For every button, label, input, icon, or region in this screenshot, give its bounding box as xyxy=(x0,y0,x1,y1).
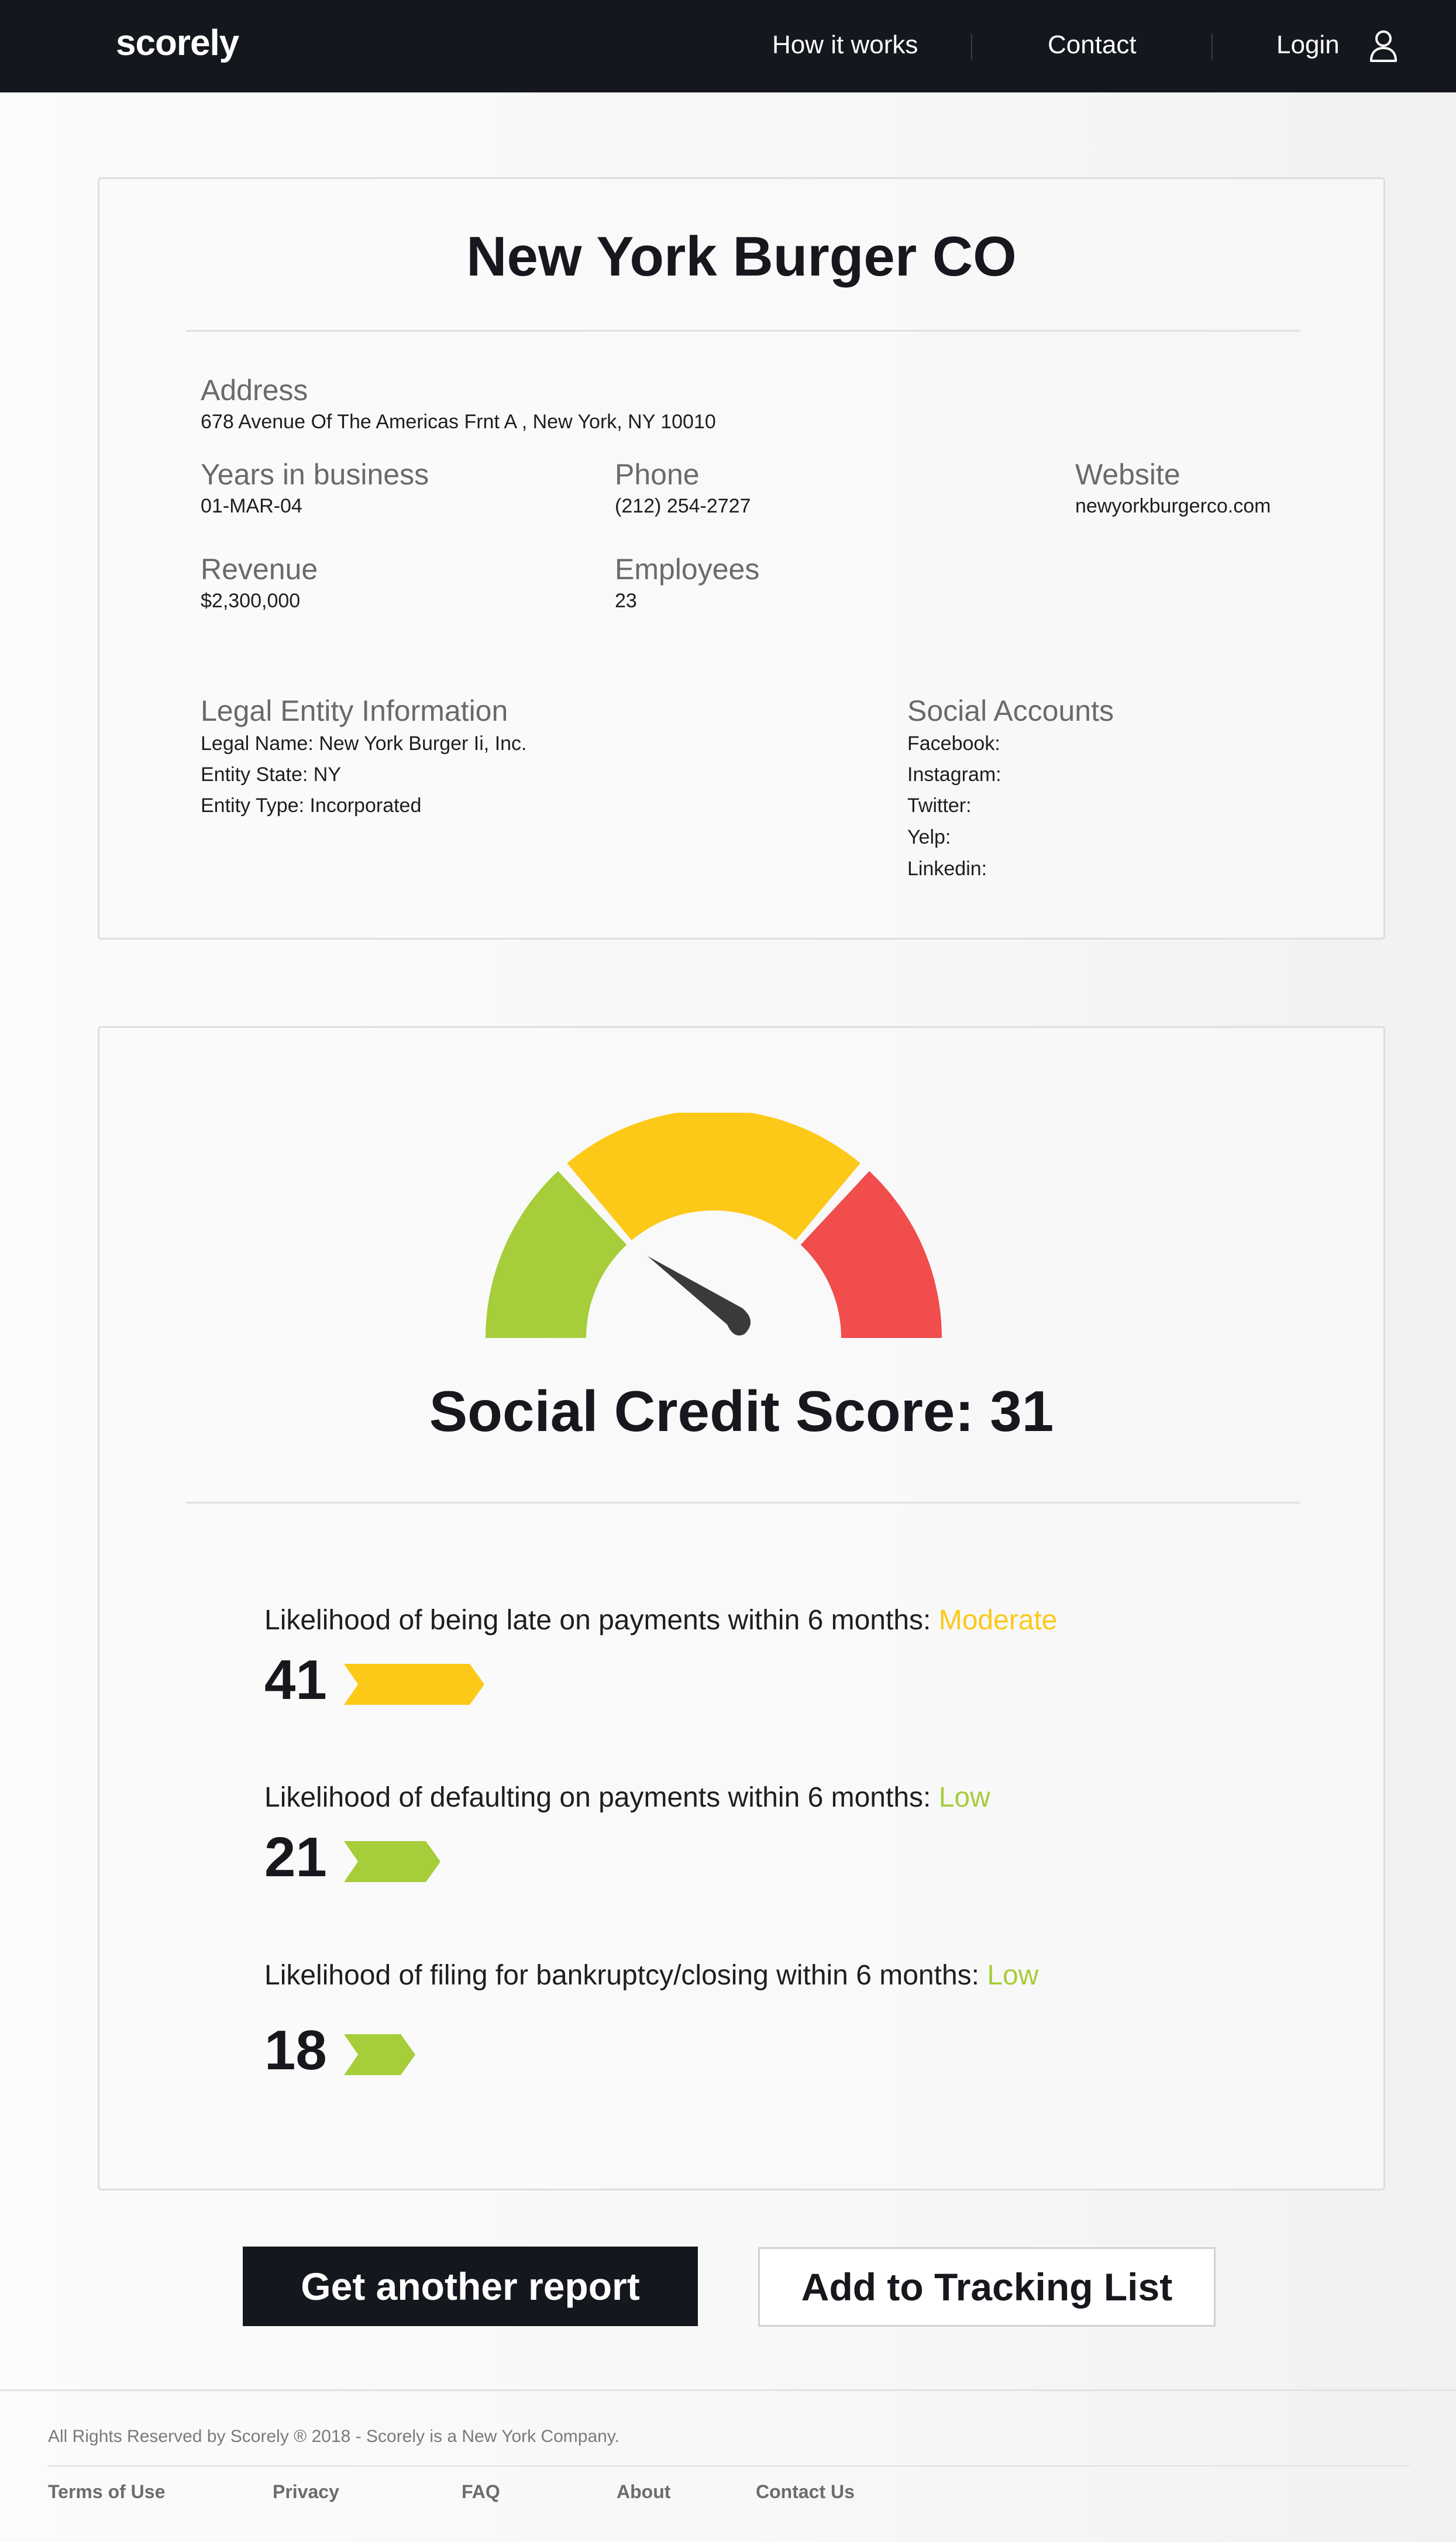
legal-name: Legal Name: New York Burger Ii, Inc. xyxy=(201,732,527,755)
nav-login[interactable]: Login xyxy=(1276,30,1340,60)
footer-about-link[interactable]: About xyxy=(617,2481,670,2503)
gauge-needle-shape xyxy=(648,1256,751,1336)
entity-state: Entity State: NY xyxy=(201,763,341,786)
logo[interactable]: scorely xyxy=(116,22,239,64)
revenue-label: Revenue xyxy=(201,553,318,586)
footer-terms-link[interactable]: Terms of Use xyxy=(48,2481,165,2503)
revenue-value: $2,300,000 xyxy=(201,590,301,612)
score-card: Social Credit Score: 31 Likelihood of be… xyxy=(98,1026,1385,2190)
nav-divider xyxy=(971,34,972,60)
employees-value: 23 xyxy=(615,590,637,612)
social-twitter: Twitter: xyxy=(907,794,972,817)
divider xyxy=(186,1502,1300,1504)
divider xyxy=(186,330,1300,332)
metric-late-label: Likelihood of being late on payments wit… xyxy=(264,1604,1057,1636)
score-gauge xyxy=(486,1113,942,1338)
metric-bankruptcy-value: 18 xyxy=(264,2019,327,2082)
legal-entity-label: Legal Entity Information xyxy=(201,694,508,727)
footer-divider xyxy=(0,2389,1456,2391)
metric-default-label: Likelihood of defaulting on payments wit… xyxy=(264,1781,990,1814)
footer-contact-link[interactable]: Contact Us xyxy=(756,2481,855,2503)
add-to-tracking-list-button[interactable]: Add to Tracking List xyxy=(758,2247,1216,2327)
company-info-card: New York Burger CO Address 678 Avenue Of… xyxy=(98,177,1385,940)
metric-bankruptcy-arrow xyxy=(344,2034,415,2075)
footer-divider xyxy=(48,2465,1410,2467)
social-linkedin: Linkedin: xyxy=(907,858,987,880)
phone-label: Phone xyxy=(615,458,700,491)
social-accounts-label: Social Accounts xyxy=(907,694,1114,727)
get-another-report-button[interactable]: Get another report xyxy=(243,2247,698,2326)
user-icon[interactable] xyxy=(1369,29,1398,62)
phone-value: (212) 254-2727 xyxy=(615,495,751,517)
company-name: New York Burger CO xyxy=(466,225,1017,288)
nav-how-it-works[interactable]: How it works xyxy=(772,30,918,60)
metric-late-arrow xyxy=(344,1664,484,1705)
metric-late-text: Likelihood of being late on payments wit… xyxy=(264,1605,939,1636)
social-yelp: Yelp: xyxy=(907,826,951,848)
social-facebook: Facebook: xyxy=(907,732,1000,755)
metric-default-level: Low xyxy=(938,1782,990,1813)
metric-bankruptcy-level: Low xyxy=(987,1960,1039,1991)
nav-divider xyxy=(1211,34,1213,60)
metric-late-level: Moderate xyxy=(938,1605,1058,1636)
metric-default-text: Likelihood of defaulting on payments wit… xyxy=(264,1782,939,1813)
website-label: Website xyxy=(1075,458,1180,491)
metric-default-value: 21 xyxy=(264,1826,327,1889)
years-label: Years in business xyxy=(201,458,429,491)
address-label: Address xyxy=(201,374,308,407)
top-nav: scorely How it works Contact Login xyxy=(0,0,1456,92)
social-instagram: Instagram: xyxy=(907,763,1001,786)
social-credit-score: Social Credit Score: 31 xyxy=(429,1379,1054,1443)
gauge-needle xyxy=(648,1256,751,1336)
metric-late-value: 41 xyxy=(264,1649,327,1711)
gauge-segment-moderate xyxy=(567,1113,860,1241)
footer-privacy-link[interactable]: Privacy xyxy=(273,2481,339,2503)
address-value: 678 Avenue Of The Americas Frnt A , New … xyxy=(201,411,716,433)
years-value: 01-MAR-04 xyxy=(201,495,302,517)
website-value[interactable]: newyorkburgerco.com xyxy=(1075,495,1271,518)
metric-bankruptcy-text: Likelihood of filing for bankruptcy/clos… xyxy=(264,1960,987,1991)
nav-contact[interactable]: Contact xyxy=(1048,30,1137,60)
footer-faq-link[interactable]: FAQ xyxy=(462,2481,500,2503)
footer-copyright: All Rights Reserved by Scorely ® 2018 - … xyxy=(48,2427,619,2446)
metric-bankruptcy-label: Likelihood of filing for bankruptcy/clos… xyxy=(264,1959,1038,1991)
employees-label: Employees xyxy=(615,553,760,586)
metric-default-arrow xyxy=(344,1841,440,1882)
entity-type: Entity Type: Incorporated xyxy=(201,794,422,817)
